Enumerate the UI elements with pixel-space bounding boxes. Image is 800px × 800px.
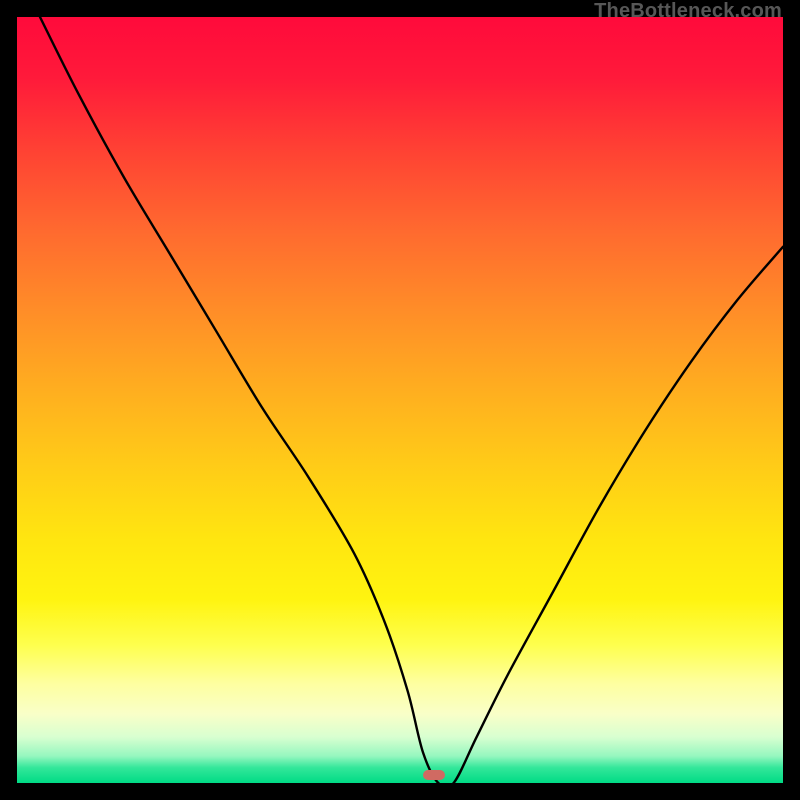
- curve-path: [40, 17, 783, 783]
- watermark-text: TheBottleneck.com: [594, 0, 782, 23]
- bottleneck-chart: TheBottleneck.com: [0, 0, 800, 800]
- plot-area: [17, 17, 783, 783]
- bottleneck-curve: [17, 17, 783, 783]
- optimal-point-marker: [423, 770, 445, 780]
